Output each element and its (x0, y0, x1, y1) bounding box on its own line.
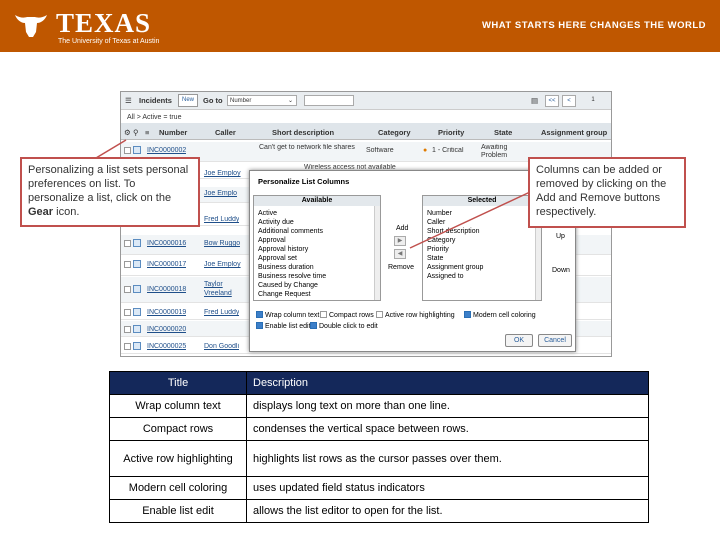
table-row: Active row highlighting highlights list … (109, 440, 649, 477)
row-title: Enable list edit (109, 499, 247, 523)
row-description: displays long text on more than one line… (246, 394, 649, 418)
left-callout-end: icon. (56, 206, 80, 218)
table-row: Wrap column text displays long text on m… (109, 394, 649, 418)
right-callout: Columns can be added or removed by click… (528, 157, 686, 228)
left-callout: Personalizing a list sets personal prefe… (20, 157, 200, 227)
row-title: Compact rows (109, 417, 247, 441)
header-description: Description (246, 371, 649, 395)
row-title: Modern cell coloring (109, 476, 247, 500)
table-header-row: Title Description (109, 371, 649, 395)
row-description: allows the list editor to open for the l… (246, 499, 649, 523)
right-connector-line (409, 191, 531, 249)
left-callout-text: Personalizing a list sets personal prefe… (28, 164, 189, 204)
left-callout-bold: Gear (28, 206, 54, 218)
options-description-table: Title Description Wrap column text displ… (109, 371, 649, 523)
table-row: Modern cell coloring uses updated field … (109, 476, 649, 500)
table-row: Compact rows condenses the vertical spac… (109, 417, 649, 441)
left-connector-line (95, 139, 127, 159)
header-title: Title (109, 371, 247, 395)
table-row: Enable list edit allows the list editor … (109, 499, 649, 523)
row-title: Wrap column text (109, 394, 247, 418)
row-title: Active row highlighting (109, 440, 247, 477)
row-description: uses updated field status indicators (246, 476, 649, 500)
row-description: highlights list rows as the cursor passe… (246, 440, 649, 477)
row-description: condenses the vertical space between row… (246, 417, 649, 441)
right-callout-text: Columns can be added or removed by click… (536, 164, 667, 218)
